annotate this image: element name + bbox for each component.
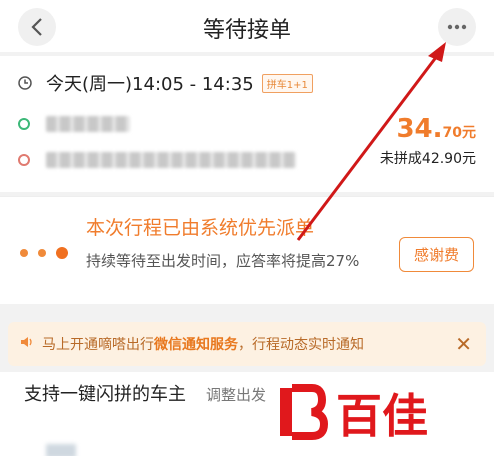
annotation-arrow xyxy=(296,42,446,241)
